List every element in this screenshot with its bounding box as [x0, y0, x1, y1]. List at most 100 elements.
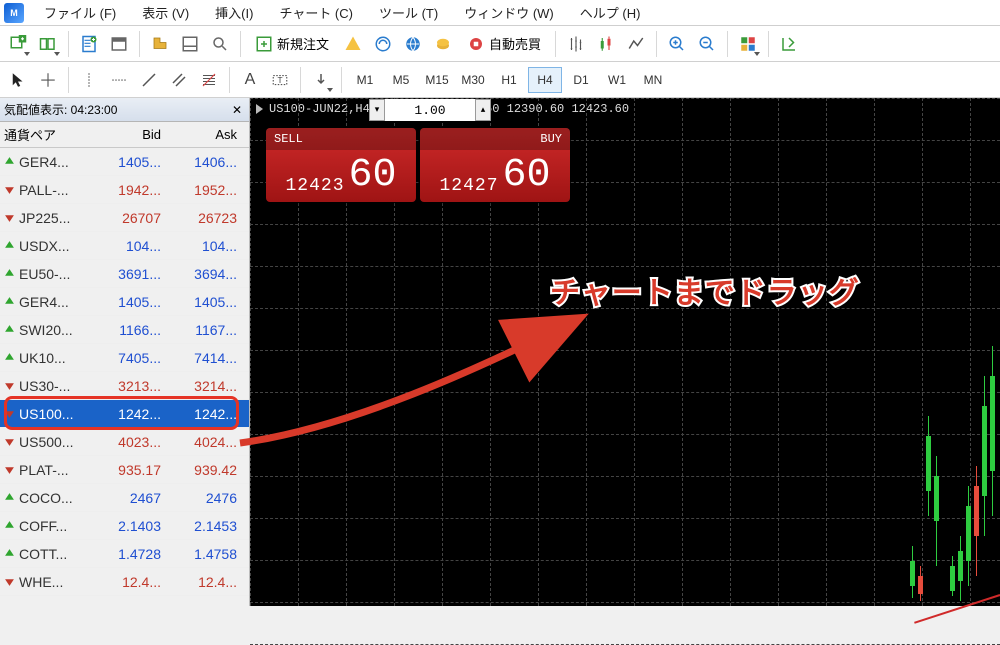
chart-area[interactable]: US100-JUN22,H4 12407.40 12496.50 12390.6… [250, 98, 1000, 606]
symbol-name: SWI20... [19, 322, 73, 338]
trendline-tool[interactable] [135, 66, 163, 94]
timeframe-m5[interactable]: M5 [384, 67, 418, 93]
timeframe-mn[interactable]: MN [636, 67, 670, 93]
volume-increase-button[interactable]: ▴ [475, 99, 491, 121]
sell-price: 12423 60 [266, 150, 416, 202]
menu-file[interactable]: ファイル (F) [32, 1, 128, 24]
market-watch-row[interactable]: US30-...3213...3214... [0, 372, 249, 400]
ask-price: 1406... [167, 154, 243, 170]
arrow-down-icon [4, 574, 15, 590]
play-icon [256, 104, 263, 114]
column-bid[interactable]: Bid [93, 122, 167, 147]
arrows-menu[interactable] [307, 66, 335, 94]
volume-input[interactable]: 1.00 [385, 99, 475, 121]
ask-price: 1952... [167, 182, 243, 198]
arrow-up-icon [4, 238, 15, 254]
terminal-toggle[interactable] [176, 30, 204, 58]
market-watch-panel: 気配値表示: 04:23:00 ✕ 通貨ペア Bid Ask GER4...14… [0, 98, 250, 606]
new-chart-button[interactable] [4, 30, 32, 58]
vps-button[interactable] [429, 30, 457, 58]
menu-view[interactable]: 表示 (V) [130, 1, 201, 24]
bar-chart-button[interactable] [562, 30, 590, 58]
timeframe-h4[interactable]: H4 [528, 67, 562, 93]
timeframe-m1[interactable]: M1 [348, 67, 382, 93]
timeframe-h1[interactable]: H1 [492, 67, 526, 93]
new-order-button[interactable]: 新規注文 [247, 30, 337, 58]
symbol-name: US100... [19, 406, 73, 422]
shift-chart-button[interactable] [775, 30, 803, 58]
bid-price: 3691... [93, 266, 167, 282]
volume-decrease-button[interactable]: ▾ [369, 99, 385, 121]
bid-price: 1242... [93, 406, 167, 422]
profiles-button[interactable] [34, 30, 62, 58]
buy-panel[interactable]: BUY 12427 60 [420, 128, 570, 202]
crosshair-tool[interactable] [34, 66, 62, 94]
text-tool[interactable]: A [236, 66, 264, 94]
market-watch-row[interactable]: WHE...12.4...12.4... [0, 568, 249, 596]
bid-price: 26707 [93, 210, 167, 226]
market-watch-row[interactable]: SWI20...1166...1167... [0, 316, 249, 344]
symbol-name: US500... [19, 434, 73, 450]
metaquotes-button[interactable] [339, 30, 367, 58]
ask-price: 939.42 [167, 462, 243, 478]
menu-help[interactable]: ヘルプ (H) [568, 1, 653, 24]
strategy-tester-button[interactable] [206, 30, 234, 58]
symbol-name: GER4... [19, 154, 69, 170]
buy-price: 12427 60 [420, 150, 570, 202]
navigator-toggle[interactable] [146, 30, 174, 58]
market-watch-row[interactable]: US100...1242...1242... [0, 400, 249, 428]
data-window-toggle[interactable] [105, 30, 133, 58]
market-watch-row[interactable]: PLAT-...935.17939.42 [0, 456, 249, 484]
horizontal-line-tool[interactable] [105, 66, 133, 94]
column-ask[interactable]: Ask [167, 122, 243, 147]
arrow-down-icon [4, 462, 15, 478]
close-icon[interactable]: ✕ [229, 102, 245, 118]
timeframe-m30[interactable]: M30 [456, 67, 490, 93]
main-area: 気配値表示: 04:23:00 ✕ 通貨ペア Bid Ask GER4...14… [0, 98, 1000, 606]
menu-window[interactable]: ウィンドウ (W) [452, 1, 566, 24]
fibonacci-tool[interactable] [195, 66, 223, 94]
cursor-tool[interactable] [4, 66, 32, 94]
timeframe-m15[interactable]: M15 [420, 67, 454, 93]
menu-tools[interactable]: ツール (T) [367, 1, 450, 24]
bid-price: 1.4728 [93, 546, 167, 562]
text-label-tool[interactable]: T [266, 66, 294, 94]
menu-insert[interactable]: 挿入(I) [203, 1, 265, 24]
timeframe-d1[interactable]: D1 [564, 67, 598, 93]
zoom-in-button[interactable] [663, 30, 691, 58]
market-watch-row[interactable]: COCO...24672476 [0, 484, 249, 512]
arrow-up-icon [4, 266, 15, 282]
tile-windows-button[interactable] [734, 30, 762, 58]
bid-price: 7405... [93, 350, 167, 366]
market-watch-rows: GER4...1405...1406...PALL-...1942...1952… [0, 148, 249, 606]
market-watch-row[interactable]: UK10...7405...7414... [0, 344, 249, 372]
market-watch-row[interactable]: COTT...1.47281.4758 [0, 540, 249, 568]
column-symbol[interactable]: 通貨ペア [0, 122, 93, 147]
menu-bar: M ファイル (F) 表示 (V) 挿入(I) チャート (C) ツール (T)… [0, 0, 1000, 26]
signals-button[interactable] [369, 30, 397, 58]
timeframe-w1[interactable]: W1 [600, 67, 634, 93]
zoom-out-button[interactable] [693, 30, 721, 58]
market-watch-row[interactable]: US500...4023...4024... [0, 428, 249, 456]
arrow-down-icon [4, 182, 15, 198]
sell-panel[interactable]: SELL 12423 60 [266, 128, 416, 202]
market-watch-row[interactable]: COFF...2.14032.1453 [0, 512, 249, 540]
market-watch-row[interactable]: EU50-...3691...3694... [0, 260, 249, 288]
market-watch-row[interactable]: JP225...2670726723 [0, 204, 249, 232]
arrow-down-icon [4, 434, 15, 450]
market-watch-row[interactable]: USDX...104...104... [0, 232, 249, 260]
market-watch-toggle[interactable] [75, 30, 103, 58]
auto-trading-toggle[interactable]: 自動売買 [459, 30, 549, 58]
menu-chart[interactable]: チャート (C) [267, 1, 365, 24]
market-button[interactable] [399, 30, 427, 58]
vertical-line-tool[interactable] [75, 66, 103, 94]
line-chart-button[interactable] [622, 30, 650, 58]
market-watch-row[interactable]: PALL-...1942...1952... [0, 176, 249, 204]
candlestick-button[interactable] [592, 30, 620, 58]
equidistant-channel-tool[interactable] [165, 66, 193, 94]
market-watch-row[interactable]: GER4...1405...1405... [0, 288, 249, 316]
arrow-down-icon [4, 210, 15, 226]
auto-trading-label: 自動売買 [489, 34, 541, 53]
symbol-name: EU50-... [19, 266, 70, 282]
market-watch-row[interactable]: GER4...1405...1406... [0, 148, 249, 176]
